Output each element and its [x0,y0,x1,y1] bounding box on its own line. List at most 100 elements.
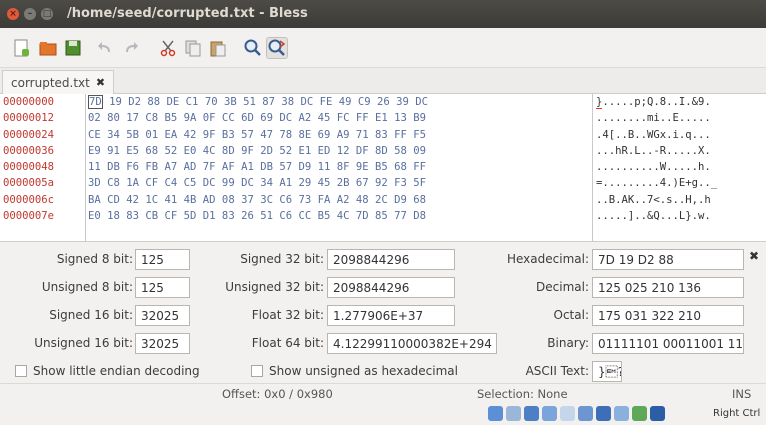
close-panel-icon[interactable]: ✖ [749,249,759,263]
host-key-label: Right Ctrl [713,408,761,419]
signed-32bit-label: Signed 32 bit: [240,252,324,266]
float-64bit-label: Float 64 bit: [251,336,324,350]
row-hex-bytes[interactable]: E0 18 83 CB CF 5D D1 83 26 51 C6 CC B5 4… [88,208,426,224]
tab-close-icon[interactable]: ✖ [96,76,105,89]
row-offset: 00000012 [3,112,55,125]
unsigned-32bit-field[interactable]: 2098844296 [327,277,455,298]
find-button[interactable] [242,37,264,59]
new-file-icon [14,39,29,57]
new-file-button[interactable] [10,37,32,59]
row-offset: 0000005a [3,177,55,190]
hex-row: 0000006c BA CD 42 1C 41 4B AD 08 37 3C C6… [0,192,766,208]
usb-icon[interactable] [560,406,575,421]
cursor-byte[interactable]: 7D [88,95,103,109]
status-bar: Offset: 0x0 / 0x980 Selection: None INS [0,383,766,403]
data-converter-panel: ✖ Signed 8 bit: 125 Unsigned 8 bit: 125 … [0,243,766,383]
float-32bit-label: Float 32 bit: [251,308,324,322]
checkbox-box [15,365,27,377]
octal-field[interactable]: 175 031 322 210 [592,305,744,326]
network-icon[interactable] [542,406,557,421]
hex-row: 0000007e E0 18 83 CB CF 5D D1 83 26 51 C6… [0,208,766,224]
row-ascii[interactable]: ...hR.L..-R.....X. [596,143,711,159]
signed-8bit-label: Signed 8 bit: [56,252,133,266]
maximize-window-button[interactable]: □ [41,8,53,20]
redo-button[interactable] [119,37,141,59]
unsigned-8bit-field[interactable]: 125 [135,277,190,298]
row-hex-bytes[interactable]: 11 DB F6 FB A7 AD 7F AF A1 DB 57 D9 11 8… [88,159,426,175]
little-endian-label: Show little endian decoding [33,364,200,378]
hex-row: 00000000 7D 19 D2 88 DE C1 70 3B 51 87 38… [0,94,766,110]
audio-icon[interactable] [524,406,539,421]
row-hex-bytes[interactable]: 02 80 17 C8 B5 9A 0F CC 6D 69 DC A2 45 F… [88,110,426,126]
unsigned-32bit-label: Unsigned 32 bit: [225,280,324,294]
window-controls: × – □ [7,8,53,20]
save-button[interactable] [62,37,84,59]
find-replace-button[interactable] [266,37,288,59]
float-64bit-field[interactable]: 4.12299110000382E+294 [327,333,497,354]
window-title: /home/seed/corrupted.txt - Bless [67,6,308,21]
tab-corrupted-txt[interactable]: corrupted.txt ✖ [2,70,115,94]
save-icon [65,40,81,56]
recording-icon[interactable] [614,406,629,421]
row-ascii[interactable]: ..........W.....h. [596,159,711,175]
row-ascii[interactable]: ..B.AK..7<.s..H,.h [596,192,711,208]
toolbar [0,28,766,68]
row-offset: 00000036 [3,144,55,157]
row-ascii[interactable]: }.....p;Q.8..I.&9. [596,94,711,110]
signed-8bit-field[interactable]: 125 [135,249,190,270]
row-ascii[interactable]: ........mi..E..... [596,110,711,126]
decimal-label: Decimal: [536,280,589,294]
binary-field[interactable]: 01111101 00011001 11010010 10001000 [592,333,744,354]
row-hex-bytes[interactable]: 7D 19 D2 88 DE C1 70 3B 51 87 38 DC FE 4… [88,94,428,110]
signed-16bit-field[interactable]: 32025 [135,305,190,326]
hex-row: 00000048 11 DB F6 FB A7 AD 7F AF A1 DB 57… [0,159,766,175]
float-32bit-field[interactable]: 1.277906E+37 [327,305,455,326]
row-offset: 00000024 [3,128,55,141]
open-file-button[interactable] [37,37,59,59]
undo-button[interactable] [95,37,117,59]
hexadecimal-field[interactable]: 7D 19 D2 88 [592,249,744,270]
row-hex-bytes[interactable]: 3D C8 1A CF C4 C5 DC 99 DC 34 A1 29 45 2… [88,175,426,191]
cut-icon [160,40,176,57]
paste-button[interactable] [207,37,229,59]
hex-row: 00000012 02 80 17 C8 B5 9A 0F CC 6D 69 DC… [0,110,766,126]
unsigned-hex-checkbox[interactable]: Show unsigned as hexadecimal [251,364,458,378]
undo-icon [98,42,110,52]
insert-mode-status[interactable]: INS [732,387,751,401]
open-folder-icon [39,42,57,56]
tray-icons [488,406,665,421]
hexadecimal-label: Hexadecimal: [506,252,589,266]
row-ascii[interactable]: .....]..&Q...L}.w. [596,208,711,224]
row-ascii[interactable]: =.........4.)E+g.._ [596,175,717,191]
little-endian-checkbox[interactable]: Show little endian decoding [15,364,200,378]
cut-button[interactable] [157,37,179,59]
row-offset: 0000006c [3,193,55,206]
hex-view[interactable]: 00000000 7D 19 D2 88 DE C1 70 3B 51 87 38… [0,94,766,242]
hex-row: 00000036 E9 91 E5 68 52 E0 4C 8D 9F 2D 52… [0,143,766,159]
decimal-field[interactable]: 125 025 210 136 [592,277,744,298]
vm-status-tray: Right Ctrl [0,403,766,425]
title-bar: × – □ /home/seed/corrupted.txt - Bless [0,0,766,28]
close-window-button[interactable]: × [7,8,19,20]
hex-row: 0000005a 3D C8 1A CF C4 C5 DC 99 DC 34 A1… [0,175,766,191]
signed-32bit-field[interactable]: 2098844296 [327,249,455,270]
cursor-char[interactable]: } [596,96,603,109]
redo-icon [126,42,138,52]
cpu-icon[interactable] [632,406,647,421]
minimize-window-button[interactable]: – [24,8,36,20]
ascii-text-label: ASCII Text: [525,364,589,378]
shared-folder-icon[interactable] [578,406,593,421]
offset-status: Offset: 0x0 / 0x980 [222,387,333,401]
row-hex-bytes[interactable]: CE 34 5B 01 EA 42 9F B3 57 47 78 8E 69 A… [88,127,426,143]
ascii-text-field[interactable]: }?? [592,361,622,382]
row-hex-bytes[interactable]: E9 91 E5 68 52 E0 4C 8D 9F 2D 52 E1 ED 1… [88,143,426,159]
mouse-integration-icon[interactable] [650,406,665,421]
row-ascii[interactable]: .4[..B..WGx.i.q... [596,127,711,143]
hard-disk-icon[interactable] [488,406,503,421]
unsigned-16bit-field[interactable]: 32025 [135,333,190,354]
row-hex-bytes[interactable]: BA CD 42 1C 41 4B AD 08 37 3C C6 73 FA A… [88,192,426,208]
display-icon[interactable] [596,406,611,421]
optical-drive-icon[interactable] [506,406,521,421]
octal-label: Octal: [553,308,589,322]
copy-button[interactable] [182,37,204,59]
